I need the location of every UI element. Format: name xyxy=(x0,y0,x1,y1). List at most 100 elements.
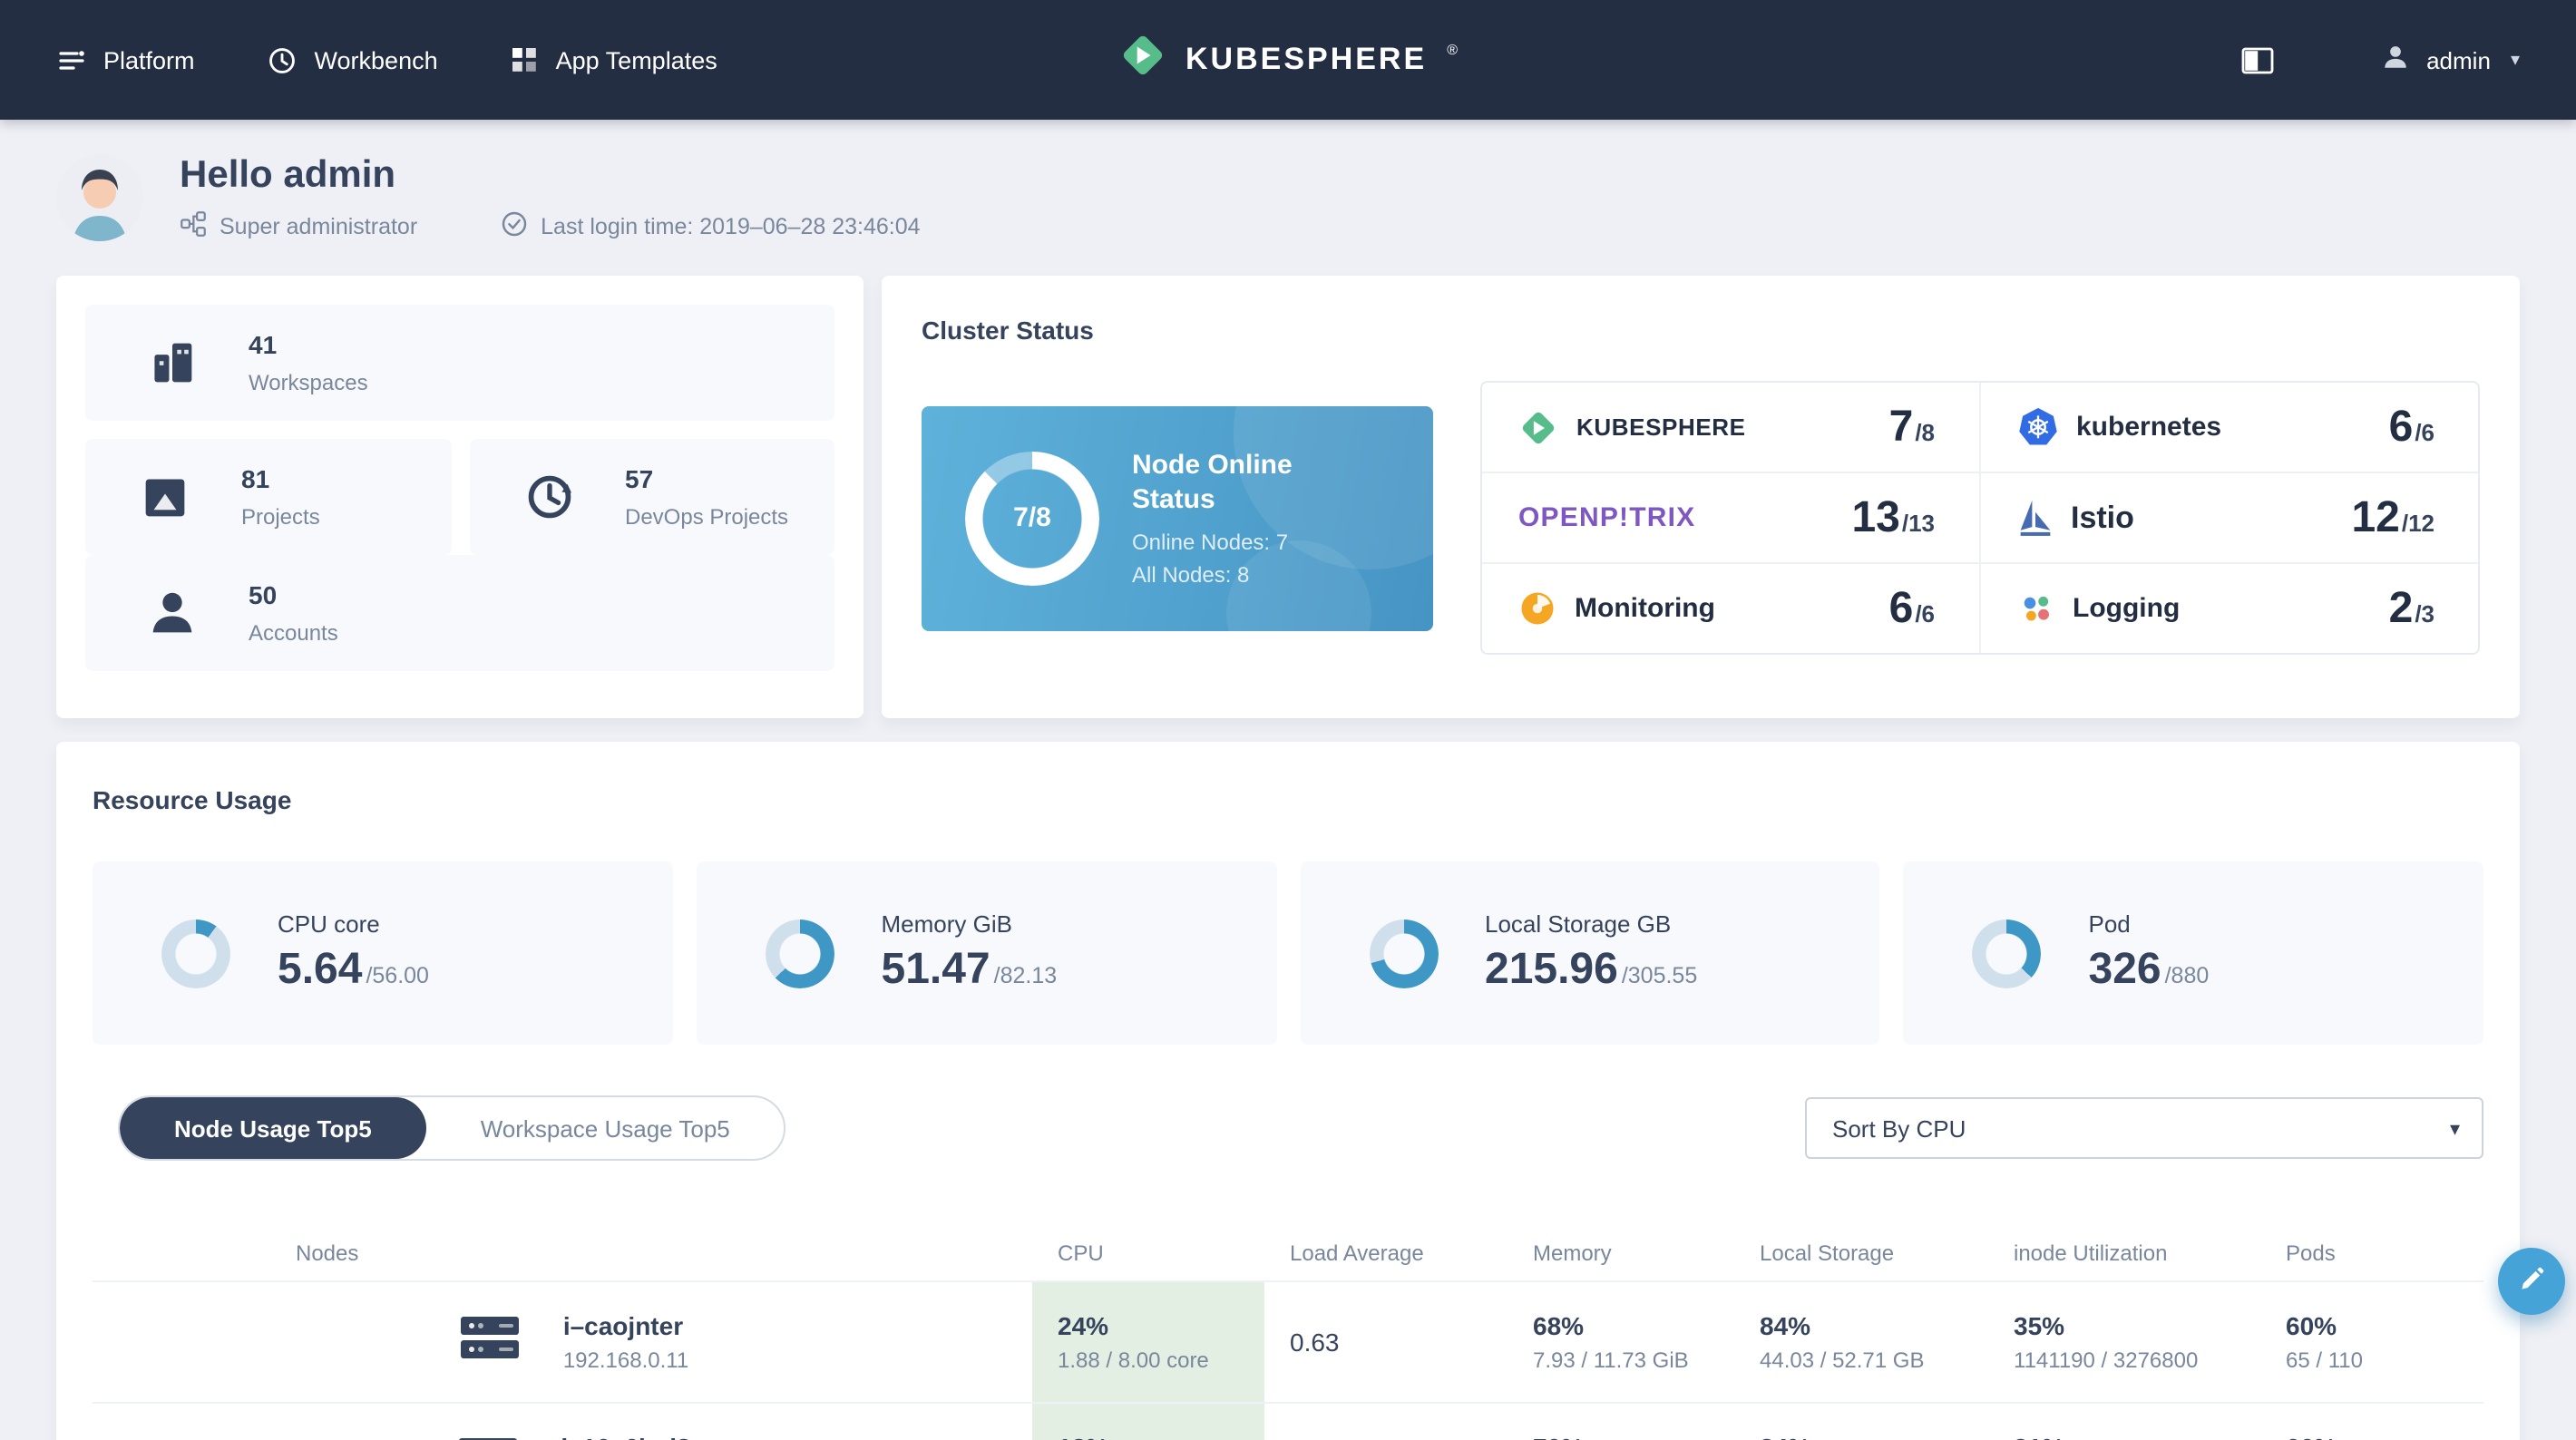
gauge-total: /82.13 xyxy=(993,963,1058,988)
component-name: Logging xyxy=(2073,593,2181,624)
last-login: Last login time: 2019–06–28 23:46:04 xyxy=(501,209,921,242)
cpu-cell: 24% 1.88 / 8.00 core xyxy=(1032,1282,1264,1402)
gauge-local-storage: Local Storage GB 215.96/305.55 xyxy=(1300,861,1880,1045)
all-nodes: All Nodes: 8 xyxy=(1132,562,1250,588)
gauge-cpu: CPU core 5.64/56.00 xyxy=(93,861,673,1045)
nav-right: admin ▾ xyxy=(2239,42,2520,78)
node-ip: 192.168.0.11 xyxy=(562,1348,689,1373)
memory-cell: 70% 8.11 / 11.73 GiB xyxy=(1508,1404,1734,1440)
pod-donut xyxy=(1972,919,2042,988)
memory-cell: 68% 7.93 / 11.73 GiB xyxy=(1533,1311,1689,1373)
stat-value: 57 xyxy=(625,464,654,493)
resource-gauges: CPU core 5.64/56.00 Memory GiB 51.47/82.… xyxy=(93,861,2483,1045)
user-menu[interactable]: admin ▾ xyxy=(2379,42,2520,78)
avatar xyxy=(56,154,143,241)
storage-cell: 84% 43.89 / 52.71 GB xyxy=(1734,1404,1988,1440)
load-cell: 0.14 xyxy=(1264,1404,1508,1440)
tab-node-usage-top5[interactable]: Node Usage Top5 xyxy=(120,1097,426,1159)
node-status-donut: 7/8 xyxy=(965,451,1099,585)
gauge-value: 51.47 xyxy=(881,945,990,994)
component-total: /6 xyxy=(1915,599,1935,627)
kubesphere-brand-icon xyxy=(1118,31,1167,89)
gauge-total: /305.55 xyxy=(1621,963,1698,988)
brand-text: KUBESPHERE xyxy=(1186,42,1428,76)
openpitrix-logo: OPENP!TRIX xyxy=(1518,502,1696,533)
component-value: 6 xyxy=(2388,402,2414,451)
gauge-label: Memory GiB xyxy=(881,910,1012,938)
stat-accounts[interactable]: 50 Accounts xyxy=(85,555,834,671)
node-status-title: Node Online Status xyxy=(1132,450,1293,515)
gauge-memory: Memory GiB 51.47/82.13 xyxy=(696,861,1276,1045)
brand-registered-mark: ® xyxy=(1447,41,1458,57)
load-cell: 0.63 xyxy=(1290,1328,1340,1357)
workspaces-icon xyxy=(136,334,209,392)
component-name: KUBESPHERE xyxy=(1576,414,1746,441)
component-kubesphere: KUBESPHERE 7/8 xyxy=(1482,383,1980,473)
table-row[interactable]: i–16x6bgj8 192.168.0.14 12% 0.93 / 8.00 … xyxy=(93,1402,2483,1440)
col-nodes: Nodes xyxy=(296,1241,359,1266)
table-header: Nodes CPU Load Average Memory Local Stor… xyxy=(93,1226,2483,1280)
last-login-label: Last login time: 2019–06–28 23:46:04 xyxy=(541,213,921,238)
node-name: i–16x6bgj8 xyxy=(561,1433,690,1440)
nav-item-platform[interactable]: Platform xyxy=(56,44,195,75)
pencil-icon xyxy=(2516,1263,2547,1299)
stat-value: 50 xyxy=(249,580,278,609)
cluster-status-title: Cluster Status xyxy=(922,316,1094,345)
cluster-components-grid: KUBESPHERE 7/8 kubernetes 6/6 OPENP!TRIX… xyxy=(1480,381,2480,655)
component-value: 12 xyxy=(2351,492,2400,541)
component-value: 2 xyxy=(2388,583,2414,632)
node-server-icon xyxy=(455,1432,521,1440)
workbench-icon xyxy=(268,44,298,75)
layout-panel-icon[interactable] xyxy=(2239,44,2274,75)
node-online-status-panel: 7/8 Node Online Status Online Nodes: 7 A… xyxy=(922,405,1433,630)
kubesphere-icon xyxy=(1518,407,1558,447)
top-nav: Platform Workbench App Templates KUBESPH… xyxy=(0,0,2576,120)
stat-label: Workspaces xyxy=(249,370,368,395)
nav-item-app-templates[interactable]: App Templates xyxy=(511,45,717,74)
table-row[interactable]: i–caojnter 192.168.0.11 24% 1.88 / 8.00 … xyxy=(93,1280,2483,1402)
gauge-total: /880 xyxy=(2164,963,2210,988)
gauge-total: /56.00 xyxy=(366,963,429,988)
node-server-icon xyxy=(458,1310,523,1374)
monitoring-icon xyxy=(1518,589,1556,628)
col-load-average: Load Average xyxy=(1290,1241,1424,1266)
sort-select-value: Sort By CPU xyxy=(1832,1114,1966,1142)
tab-workspace-usage-top5[interactable]: Workspace Usage Top5 xyxy=(426,1097,785,1159)
memory-donut xyxy=(765,919,834,988)
nav-item-workbench[interactable]: Workbench xyxy=(268,44,438,75)
node-name: i–caojnter xyxy=(562,1311,684,1340)
col-local-storage: Local Storage xyxy=(1760,1241,1895,1266)
kubernetes-icon xyxy=(2016,406,2058,448)
component-total: /6 xyxy=(2415,418,2435,445)
stat-projects[interactable]: 81 Projects xyxy=(85,439,451,555)
col-cpu: CPU xyxy=(1058,1241,1104,1266)
gauge-value: 215.96 xyxy=(1485,945,1618,994)
component-logging: Logging 2/3 xyxy=(1980,564,2478,653)
component-value: 6 xyxy=(1888,583,1914,632)
stat-devops-projects[interactable]: 57 DevOps Projects xyxy=(469,439,834,555)
gauge-value: 5.64 xyxy=(278,945,363,994)
stat-label: Projects xyxy=(241,504,320,530)
online-nodes: Online Nodes: 7 xyxy=(1132,530,1289,555)
check-circle-icon xyxy=(501,209,528,242)
component-istio: Istio 12/12 xyxy=(1980,473,2478,564)
resource-usage-card: Resource Usage CPU core 5.64/56.00 Memor… xyxy=(56,742,2520,1440)
istio-icon xyxy=(2016,498,2053,538)
cluster-status-card: Cluster Status 7/8 Node Online Status On… xyxy=(882,276,2520,718)
stat-label: Accounts xyxy=(249,620,338,646)
component-name: Monitoring xyxy=(1575,593,1715,624)
component-total: /3 xyxy=(2415,599,2435,627)
nav-item-label: Workbench xyxy=(314,46,438,73)
stat-workspaces[interactable]: 41 Workspaces xyxy=(85,305,834,421)
cpu-cell: 12% 0.93 / 8.00 core xyxy=(1032,1404,1264,1440)
kubesphere-logo[interactable]: KUBESPHERE ® xyxy=(1118,31,1458,89)
role-badge-icon xyxy=(180,209,207,242)
stat-label: DevOps Projects xyxy=(625,504,789,530)
platform-icon xyxy=(56,44,87,75)
edit-fab-button[interactable] xyxy=(2498,1248,2565,1315)
component-value: 13 xyxy=(1851,492,1900,541)
sort-select[interactable]: Sort By CPU ▾ xyxy=(1805,1097,2483,1159)
select-caret-icon: ▾ xyxy=(2449,1118,2460,1140)
stat-value: 81 xyxy=(241,464,270,493)
gauge-label: Pod xyxy=(2088,910,2131,938)
